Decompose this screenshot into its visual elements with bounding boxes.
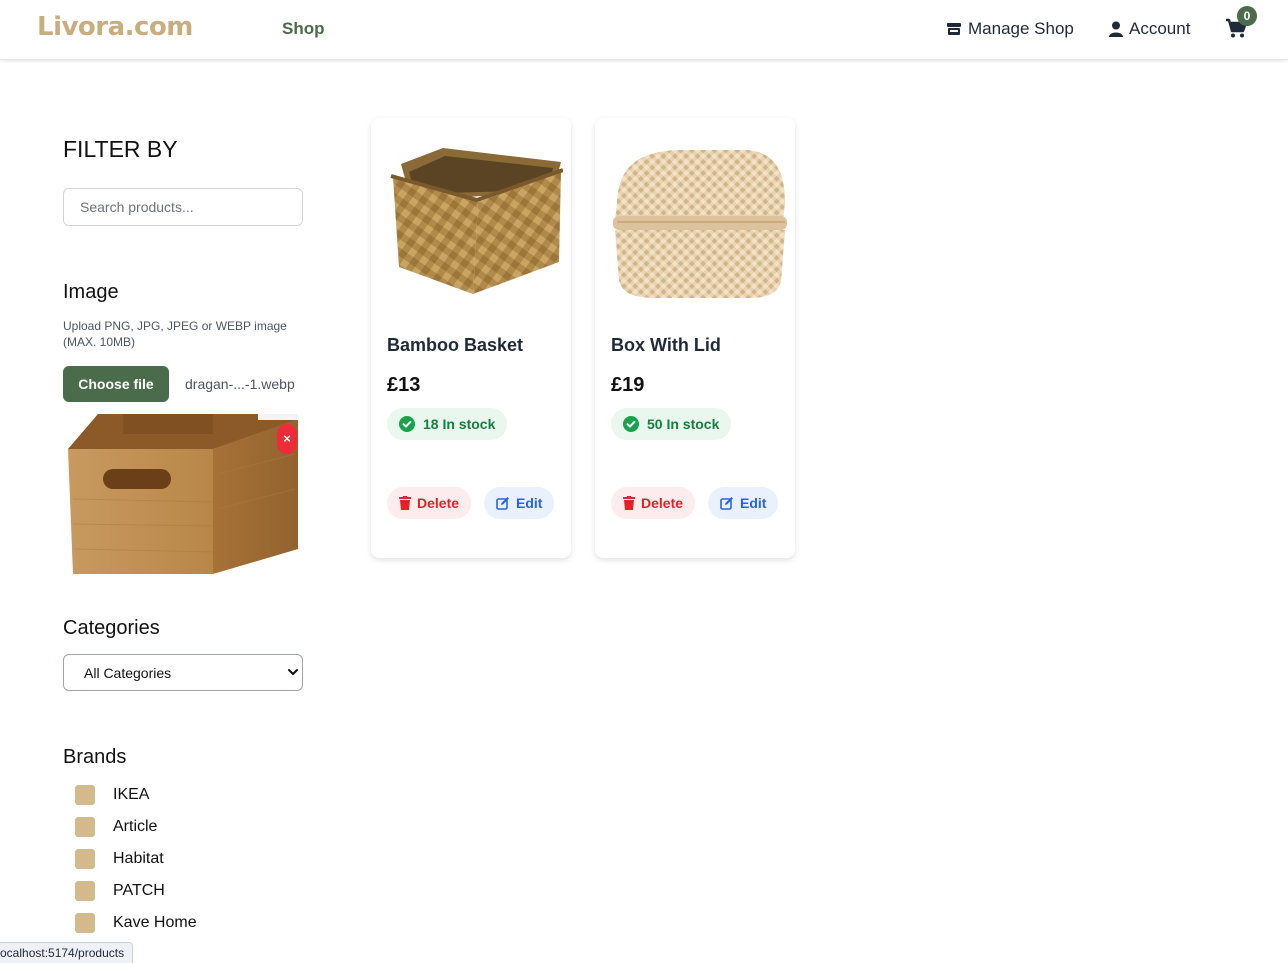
check-circle-icon xyxy=(399,416,415,432)
stock-badge: 18 In stock xyxy=(387,408,508,440)
nav-shop-link[interactable]: Shop xyxy=(282,19,325,39)
brand-checkbox[interactable] xyxy=(75,849,95,869)
brand-checkbox[interactable] xyxy=(75,881,95,901)
account-label: Account xyxy=(1129,19,1191,38)
product-price: £13 xyxy=(387,374,421,396)
trash-icon xyxy=(399,496,411,510)
product-name[interactable]: Box With Lid xyxy=(611,335,721,356)
stock-badge: 50 In stock xyxy=(611,408,732,440)
product-card[interactable]: Bamboo Basket £13 18 In stock Delete Edi… xyxy=(371,118,571,558)
wooden-box-image xyxy=(68,414,298,574)
brand-item-article[interactable]: Article xyxy=(75,817,157,837)
brand-item-patch[interactable]: PATCH xyxy=(75,881,165,901)
account-link[interactable]: Account xyxy=(1109,19,1190,39)
brand-label: IKEA xyxy=(113,786,150,803)
edit-label: Edit xyxy=(740,495,767,511)
manage-shop-link[interactable]: Manage Shop xyxy=(946,19,1074,39)
user-icon xyxy=(1109,21,1123,37)
brand-checkbox[interactable] xyxy=(75,785,95,805)
brand-checkbox[interactable] xyxy=(75,913,95,933)
trash-icon xyxy=(623,496,635,510)
edit-button[interactable]: Edit xyxy=(484,487,555,519)
image-preview xyxy=(63,414,298,574)
delete-label: Delete xyxy=(641,495,684,511)
site-logo[interactable]: Livora.com xyxy=(37,12,193,42)
filter-title: FILTER BY xyxy=(63,136,178,162)
categories-selected-value: All Categories xyxy=(84,665,172,681)
selected-file-name: dragan-...-1.webp xyxy=(185,376,295,392)
delete-button[interactable]: Delete xyxy=(387,487,472,519)
bamboo-basket-image xyxy=(390,148,563,294)
top-header: Livora.com Shop Manage Shop Account 0 xyxy=(0,0,1288,60)
chevron-down-icon xyxy=(288,669,298,675)
brand-label: PATCH xyxy=(113,882,165,899)
browser-status-bar: ocalhost:5174/products xyxy=(0,942,134,963)
brand-item-ikea[interactable]: IKEA xyxy=(75,785,149,805)
product-card[interactable]: Box With Lid £19 50 In stock Delete Edit xyxy=(595,118,795,558)
delete-label: Delete xyxy=(417,495,460,511)
store-icon xyxy=(947,23,961,35)
brands-title: Brands xyxy=(63,746,127,768)
check-circle-icon xyxy=(623,416,639,432)
choose-file-button[interactable]: Choose file xyxy=(63,366,169,402)
edit-icon xyxy=(720,497,733,510)
box-with-lid-image xyxy=(613,150,787,298)
brand-label: Kave Home xyxy=(113,914,197,931)
stock-label: 18 In stock xyxy=(423,416,496,432)
brand-item-kave-home[interactable]: Kave Home xyxy=(75,913,197,933)
product-price: £19 xyxy=(611,374,645,396)
brand-label: Article xyxy=(113,818,158,835)
edit-icon xyxy=(496,497,509,510)
search-input[interactable] xyxy=(63,188,303,226)
image-section-title: Image xyxy=(63,281,119,303)
remove-image-button[interactable]: × xyxy=(277,424,297,454)
edit-button[interactable]: Edit xyxy=(708,487,779,519)
upload-help-text: Upload PNG, JPG, JPEG or WEBP image (MAX… xyxy=(63,319,287,349)
manage-shop-label: Manage Shop xyxy=(968,19,1074,38)
delete-button[interactable]: Delete xyxy=(611,487,696,519)
categories-title: Categories xyxy=(63,617,160,639)
brand-item-habitat[interactable]: Habitat xyxy=(75,849,164,869)
brand-label: Habitat xyxy=(113,850,164,867)
edit-label: Edit xyxy=(516,495,543,511)
product-name[interactable]: Bamboo Basket xyxy=(387,335,523,356)
stock-label: 50 In stock xyxy=(647,416,720,432)
cart-count-badge: 0 xyxy=(1237,6,1257,26)
brand-checkbox[interactable] xyxy=(75,817,95,837)
